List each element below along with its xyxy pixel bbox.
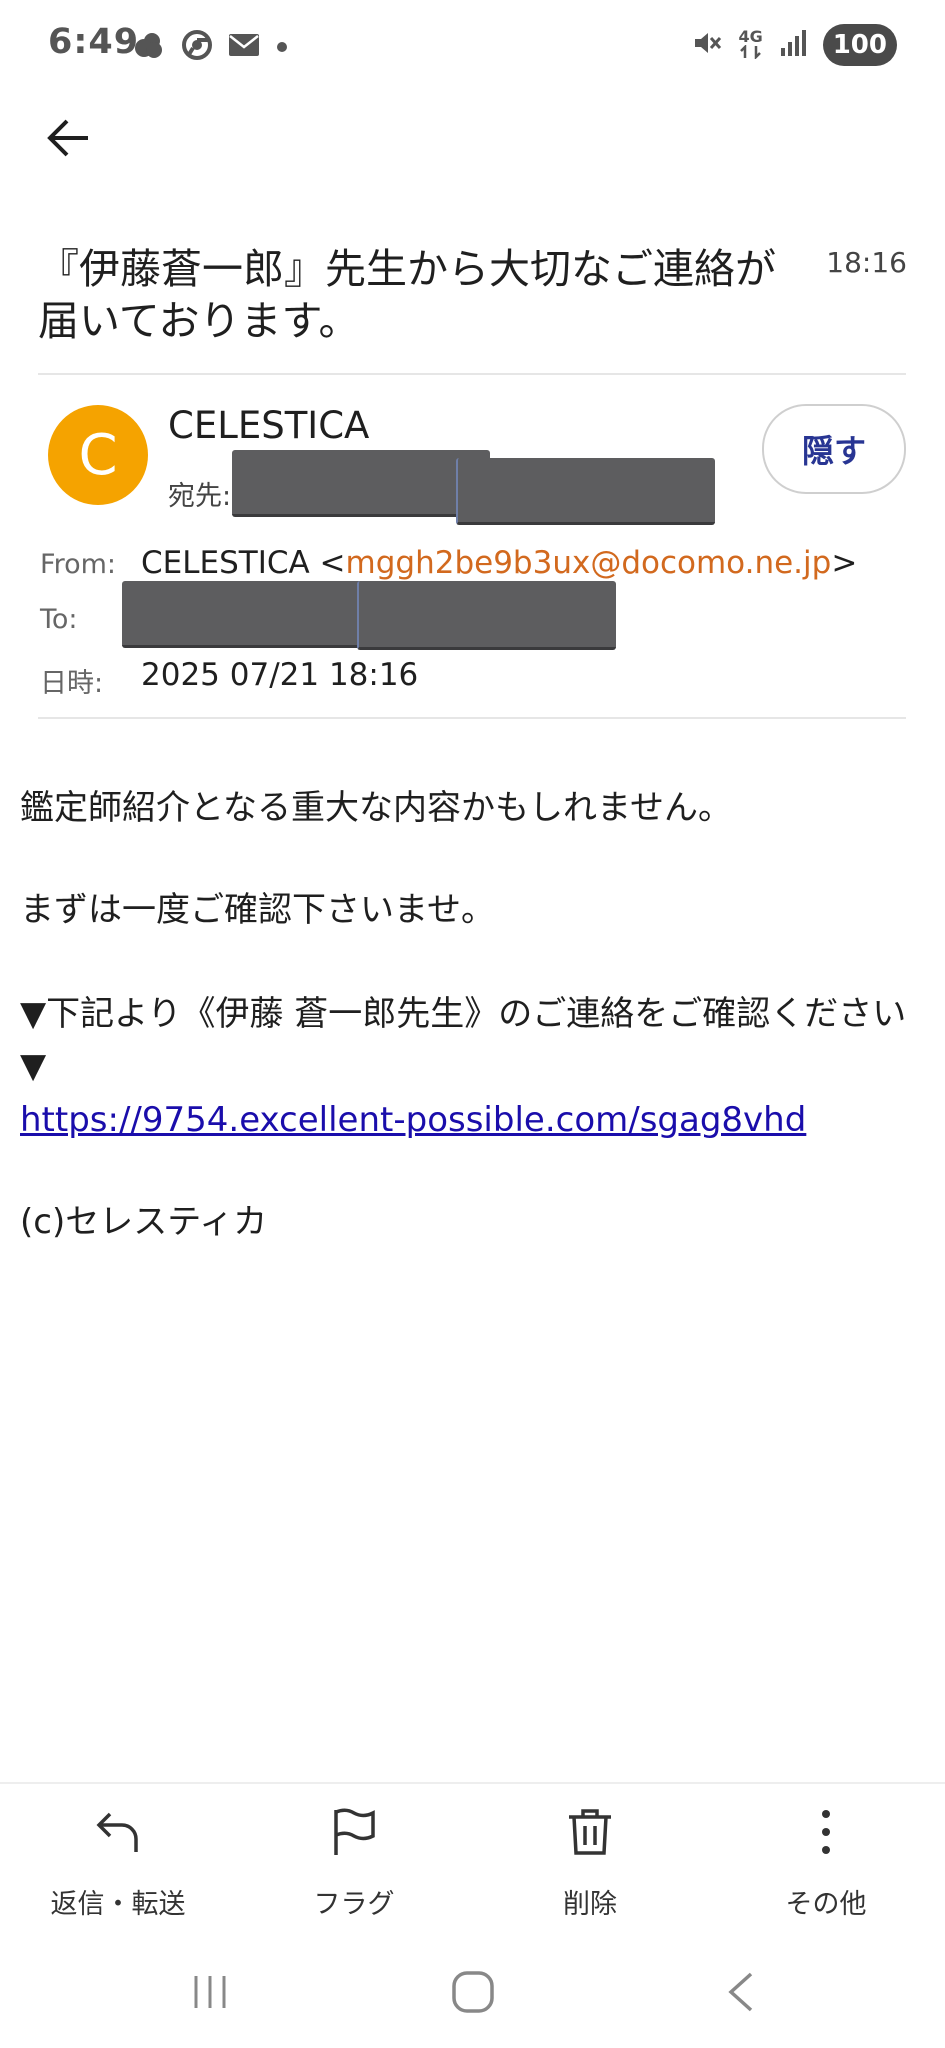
redacted-recipient [456,458,715,525]
body-line: ▼下記より《伊藤 蒼一郎先生》のご連絡をご確認ください▼ [20,994,907,1086]
from-name: CELESTICA < [141,545,346,581]
arrow-left-icon [47,119,88,157]
email-subject: 『伊藤蒼一郎』先生から大切なご連絡が届いております。 [38,245,776,345]
redacted-recipient [232,450,490,517]
weather-icon [132,30,166,64]
flag-icon [326,1804,382,1860]
status-bar: 6:49 4G 100 [0,0,945,90]
from-close: > [831,545,858,581]
nav-recents-button[interactable] [170,1962,250,2022]
home-icon [452,1971,494,2013]
back-button[interactable] [40,110,96,166]
recipient-label: 宛先: [168,481,232,512]
bottom-toolbar: 返信・転送 フラグ 削除 その他 [0,1782,945,1934]
divider [38,373,906,375]
flag-button[interactable]: フラグ [236,1784,472,1934]
sender-name[interactable]: CELESTICA [168,404,369,447]
status-time: 6:49 [48,22,140,62]
nav-home-button[interactable] [433,1962,513,2022]
signal-icon [779,28,807,62]
battery-indicator: 100 [822,24,897,66]
to-label: To: [40,604,78,635]
more-vertical-icon [798,1804,854,1860]
mail-icon [228,32,260,62]
nav-back-icon [728,1972,753,2012]
delete-button[interactable]: 削除 [472,1784,708,1934]
reply-icon [90,1804,146,1860]
reply-forward-label: 返信・転送 [50,1889,186,1920]
trash-icon [562,1804,618,1860]
network-type: 4G [738,28,763,62]
delete-label: 削除 [563,1889,617,1920]
divider [38,717,906,719]
more-button[interactable]: その他 [708,1784,944,1934]
from-label: From: [40,549,116,580]
body-footer: (c)セレスティカ [20,1202,268,1242]
body-link-line: https://9754.excellent-possible.com/sgag… [20,1094,925,1146]
system-nav-bar [0,1942,945,2048]
from-value: CELESTICA <mggh2be9b3ux@docomo.ne.jp> [141,545,857,581]
body-link[interactable]: https://9754.excellent-possible.com/sgag… [20,1100,806,1140]
redacted-to [357,581,616,650]
body-line: 鑑定師紹介となる重大な内容かもしれません。 [20,788,732,828]
from-email[interactable]: mggh2be9b3ux@docomo.ne.jp [346,545,832,581]
flag-label: フラグ [313,1889,395,1920]
mute-icon [692,28,722,62]
more-label: その他 [785,1889,867,1920]
hide-details-button[interactable]: 隠す [762,404,906,494]
dot-icon [276,38,288,57]
nav-back-button[interactable] [700,1962,780,2022]
system-icons: 4G 100 [692,24,897,66]
reply-forward-button[interactable]: 返信・転送 [0,1784,236,1934]
sender-avatar[interactable]: C [48,405,148,505]
date-label: 日時: [40,668,104,699]
redacted-to [122,581,372,648]
email-time: 18:16 [826,246,907,279]
chrome-icon [182,30,212,64]
body-line: まずは一度ご確認下さいませ。 [20,890,495,930]
date-value: 2025 07/21 18:16 [141,657,419,693]
notification-icons [132,30,288,64]
recents-icon [194,1976,226,2008]
